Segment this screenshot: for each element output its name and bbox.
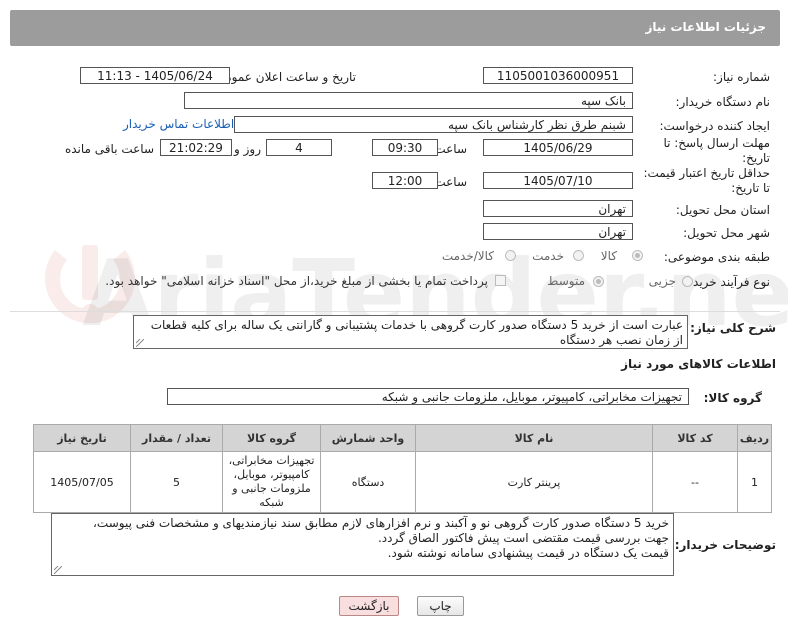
city-label: شهر محل تحویل: — [683, 226, 770, 240]
validity-date-field: 1405/07/10 — [483, 172, 633, 189]
treasury-payment-text: پرداخت تمام یا بخشی از مبلغ خرید،از محل … — [105, 274, 488, 288]
summary-text: عبارت است از خرید 5 دستگاه صدور کارت گرو… — [150, 318, 683, 347]
buyer-notes-line: جهت بررسی قیمت مقتضی است پیش فاکتور الصا… — [377, 531, 669, 545]
table-row: 1 -- پرینتر کارت دستگاه تجهیزات مخابراتی… — [33, 451, 772, 513]
goods-group-field: تجهیزات مخابراتی، کامپیوتر، موبایل، ملزو… — [167, 388, 689, 405]
buyer-contact-link[interactable]: اطلاعات تماس خریدار — [123, 117, 234, 131]
process-radio-minor[interactable] — [682, 276, 693, 287]
goods-section-title: اطلاعات کالاهای مورد نیاز — [621, 357, 776, 371]
days-remaining-field: 4 — [266, 139, 332, 156]
validity-label: حداقل تاریخ اعتبار قیمت: تا تاریخ: — [643, 166, 770, 195]
process-option-minor: جزیی — [648, 274, 676, 288]
city-field: تهران — [483, 223, 633, 240]
treasury-payment-checkbox[interactable] — [495, 275, 506, 286]
province-field: تهران — [483, 200, 633, 217]
cell-group: تجهیزات مخابراتی، کامپیوتر، موبایل، ملزو… — [222, 451, 321, 513]
resize-grip-icon[interactable] — [136, 339, 144, 347]
items-table: ردیف کد کالا نام کالا واحد شمارش گروه کا… — [33, 424, 772, 513]
process-radio-medium[interactable] — [593, 276, 604, 287]
col-unit: واحد شمارش — [320, 424, 416, 452]
deadline-date-field: 1405/06/29 — [483, 139, 633, 156]
category-option-goods: کالا — [600, 249, 617, 263]
summary-textarea: عبارت است از خرید 5 دستگاه صدور کارت گرو… — [133, 315, 688, 349]
cell-name: پرینتر کارت — [415, 451, 653, 513]
province-label: استان محل تحویل: — [675, 203, 770, 217]
announce-datetime-field: 1405/06/24 - 11:13 — [80, 67, 230, 84]
category-radio-service[interactable] — [573, 250, 584, 261]
buyer-notes-textarea: خرید 5 دستگاه صدور کارت گروهی نو و آکبند… — [51, 513, 674, 576]
buyer-org-label: نام دستگاه خریدار: — [675, 95, 771, 109]
col-code: کد کالا — [652, 424, 738, 452]
cell-date: 1405/07/05 — [33, 451, 131, 513]
deadline-label: مهلت ارسال پاسخ: تا تاریخ: — [663, 136, 770, 165]
category-option-service: خدمت — [532, 249, 564, 263]
buyer-org-field: بانک سپه — [184, 92, 633, 109]
col-row: ردیف — [737, 424, 772, 452]
page-header: جزئیات اطلاعات نیاز — [10, 10, 780, 46]
divider — [10, 311, 780, 312]
buyer-notes-label: توضیحات خریدار: — [674, 538, 776, 552]
category-radio-goods[interactable] — [632, 250, 643, 261]
cell-code: -- — [652, 451, 738, 513]
cell-unit: دستگاه — [320, 451, 416, 513]
category-option-goods-service: کالا/خدمت — [441, 249, 494, 263]
process-option-medium: متوسط — [547, 274, 585, 288]
time-remaining-label: ساعت باقی مانده — [64, 142, 154, 156]
col-name: نام کالا — [415, 424, 653, 452]
col-group: گروه کالا — [222, 424, 321, 452]
deadline-time-field: 09:30 — [372, 139, 438, 156]
table-header-row: ردیف کد کالا نام کالا واحد شمارش گروه کا… — [33, 424, 772, 452]
page-title: جزئیات اطلاعات نیاز — [645, 20, 766, 34]
print-button[interactable]: چاپ — [417, 596, 464, 616]
deadline-time-label: ساعت — [434, 142, 467, 156]
goods-group-label: گروه کالا: — [703, 391, 762, 405]
summary-label: شرح کلی نیاز: — [690, 321, 776, 335]
announce-label: تاریخ و ساعت اعلان عمومی: — [211, 70, 356, 84]
buyer-notes-line: قیمت یک دستگاه در قیمت پیشنهادی سامانه ن… — [387, 546, 669, 560]
cell-row: 1 — [737, 451, 772, 513]
need-number-label: شماره نیاز: — [713, 70, 770, 84]
col-date: تاریخ نیاز — [33, 424, 131, 452]
process-label: نوع فرآیند خرید : — [685, 275, 770, 289]
category-radio-goods-service[interactable] — [505, 250, 516, 261]
need-number-field: 1105001036000951 — [483, 67, 633, 84]
validity-time-label: ساعت — [434, 175, 467, 189]
resize-grip-icon[interactable] — [54, 566, 62, 574]
col-quantity: تعداد / مقدار — [130, 424, 223, 452]
cell-quantity: 5 — [130, 451, 223, 513]
validity-time-field: 12:00 — [372, 172, 438, 189]
requester-label: ایجاد کننده درخواست: — [659, 119, 770, 133]
requester-field: شبنم طرق نظر کارشناس بانک سپه — [234, 116, 633, 133]
days-label: روز و — [234, 142, 261, 156]
buyer-notes-line: خرید 5 دستگاه صدور کارت گروهی نو و آکبند… — [93, 516, 669, 530]
back-button[interactable]: بازگشت — [339, 596, 399, 616]
category-label: طبقه بندی موضوعی: — [663, 250, 770, 264]
time-remaining-field: 21:02:29 — [160, 139, 232, 156]
